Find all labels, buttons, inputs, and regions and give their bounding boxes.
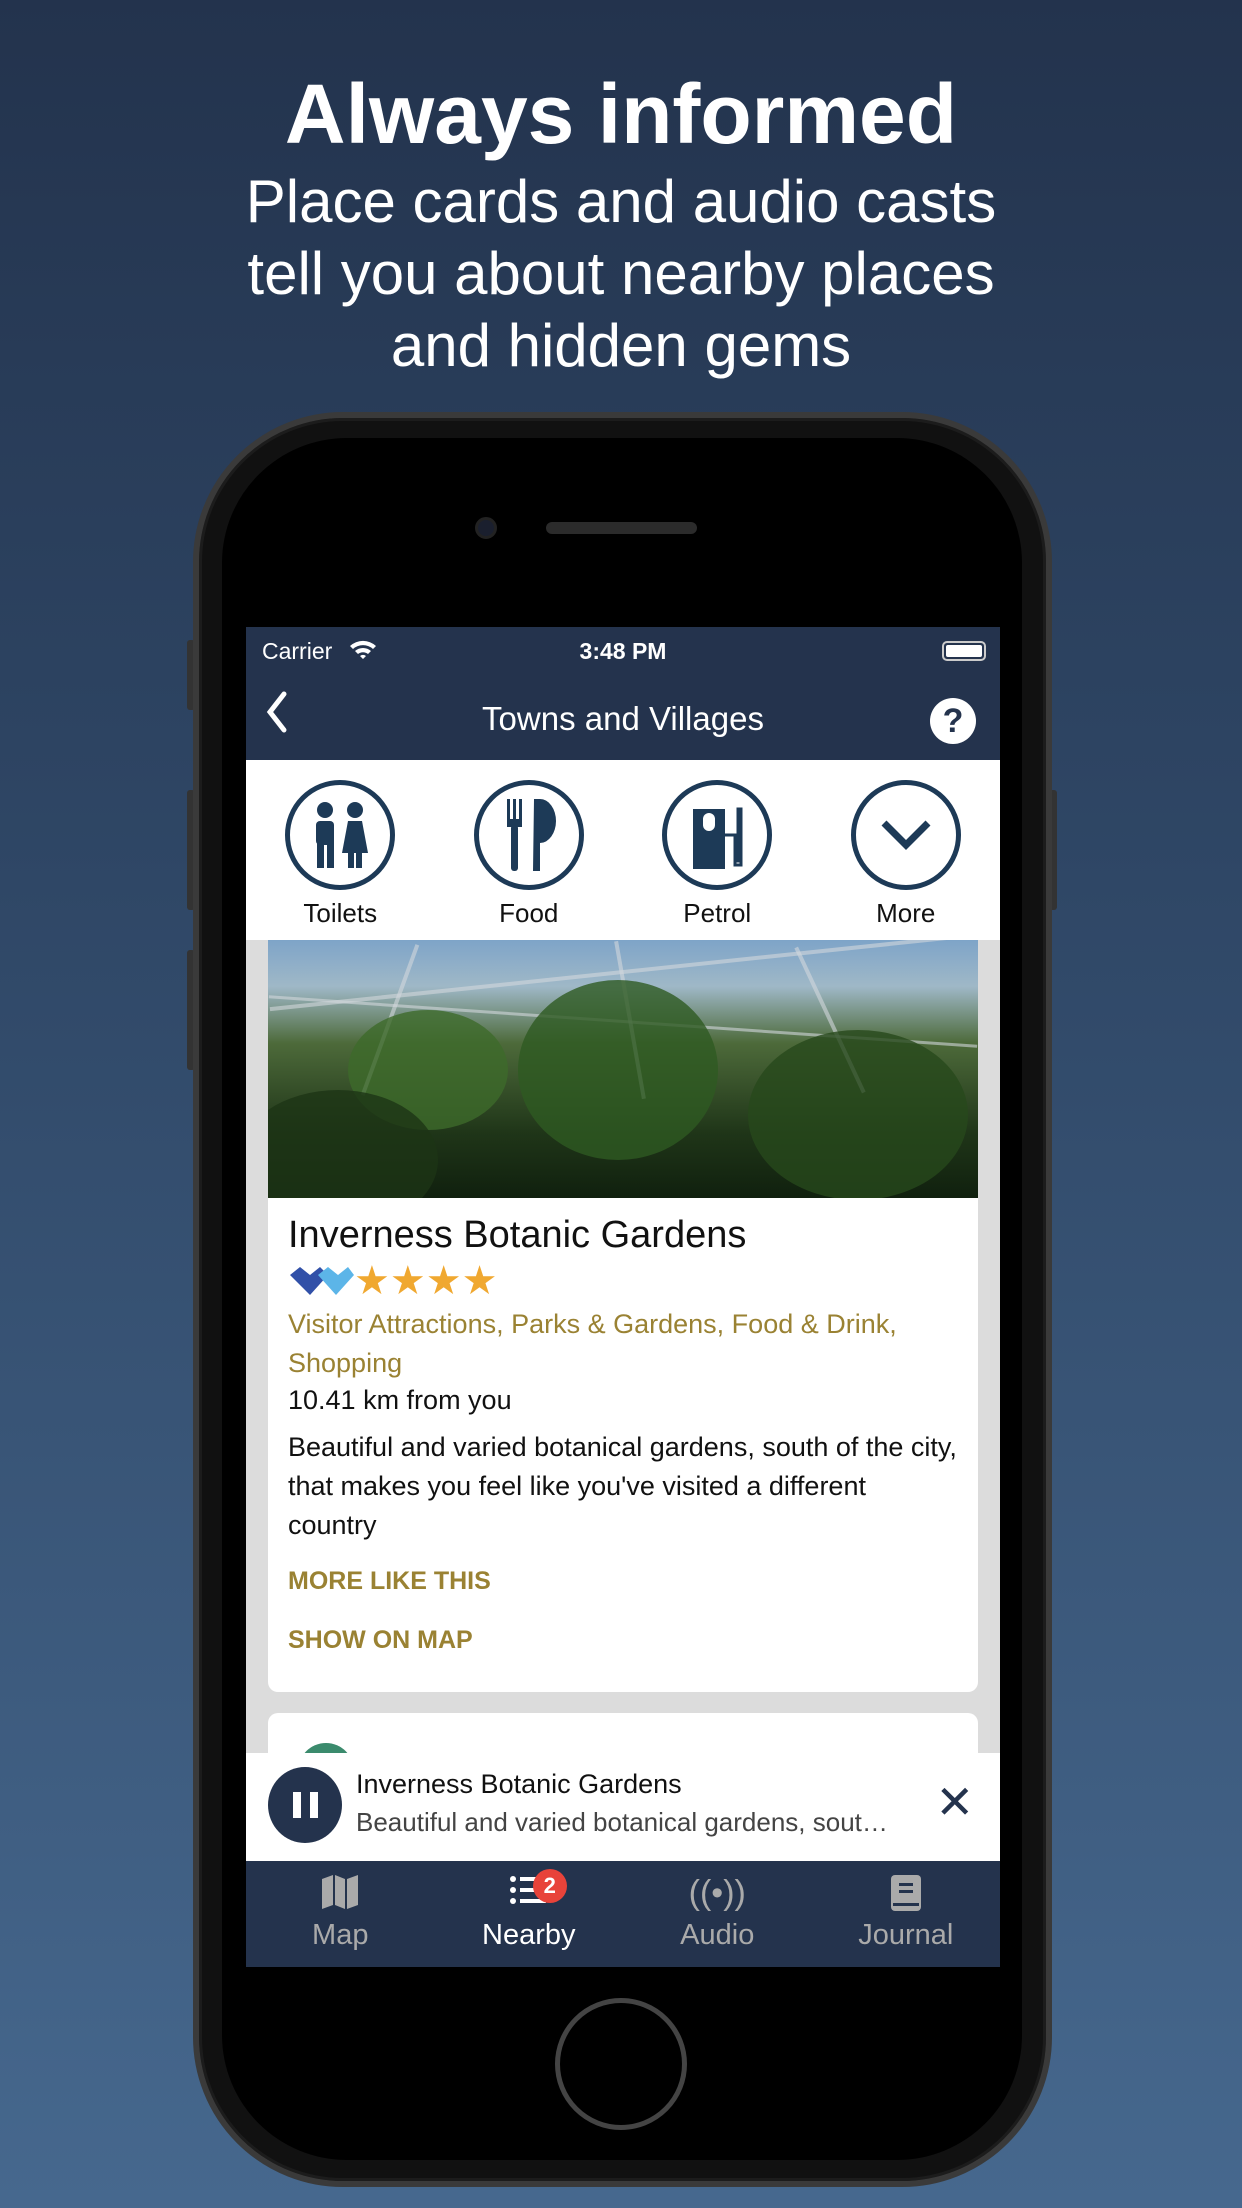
camera	[475, 517, 497, 539]
list-icon	[435, 1873, 624, 1913]
broadcast-icon: ((•))	[688, 1874, 746, 1912]
subtitle-line: tell you about nearby places	[247, 240, 995, 307]
tab-label: Journal	[858, 1919, 954, 1951]
place-card[interactable]: Inverness Botanic Gardens ★ ★ ★ ★ Visitor A…	[268, 940, 978, 1692]
notification-badge: 2	[532, 1869, 567, 1903]
category-label: More	[876, 898, 936, 928]
subtitle-line: and hidden gems	[390, 312, 852, 379]
category-label: Petrol	[683, 898, 752, 928]
category-label: Toilets	[303, 898, 378, 928]
tab-map[interactable]: Map	[246, 1861, 435, 1967]
category-more[interactable]: More	[812, 760, 1001, 940]
place-description: Beautiful and varied botanical gardens, …	[288, 1432, 957, 1540]
tab-bar: Map 2 Nearby ((•)) Audio Journal	[246, 1861, 1000, 1967]
player-title: Inverness Botanic Gardens	[356, 1769, 682, 1799]
tab-label: Audio	[680, 1919, 755, 1951]
close-icon[interactable]: ✕	[935, 1777, 974, 1827]
more-like-this-button[interactable]: MORE LIKE THIS	[288, 1567, 958, 1596]
page-title: Towns and Villages	[482, 700, 764, 737]
tab-nearby[interactable]: 2 Nearby	[435, 1861, 624, 1967]
star-icon: ★	[389, 1259, 426, 1303]
chevron-down-icon	[850, 780, 961, 890]
category-food[interactable]: Food	[435, 760, 624, 940]
category-bar: Toilets Food Petrol More	[246, 760, 1000, 940]
category-label: Food	[499, 898, 559, 928]
tab-label: Nearby	[482, 1919, 576, 1951]
place-name: Inverness Botanic Gardens	[288, 1214, 747, 1256]
map-icon	[246, 1873, 435, 1913]
app-screen: Carrier 3:48 PM Towns and Villages ? Toi…	[246, 627, 1000, 1967]
category-toilets[interactable]: Toilets	[246, 760, 435, 940]
place-photo	[268, 940, 978, 1198]
player-subtitle: Beautiful and varied botanical gardens, …	[356, 1807, 896, 1837]
rating: ★ ★ ★ ★	[288, 1261, 958, 1301]
book-icon	[812, 1873, 1001, 1913]
toilets-icon	[285, 780, 396, 890]
tab-audio[interactable]: ((•)) Audio	[623, 1861, 812, 1967]
category-petrol[interactable]: Petrol	[623, 760, 812, 940]
tab-journal[interactable]: Journal	[812, 1861, 1001, 1967]
subtitle-line: Place cards and audio casts	[245, 168, 997, 235]
tab-label: Map	[312, 1919, 369, 1951]
star-icon: ★	[461, 1259, 498, 1303]
show-on-map-button[interactable]: SHOW ON MAP	[288, 1626, 958, 1655]
visitscotland-logo-icon	[290, 1267, 354, 1295]
speaker	[546, 522, 697, 534]
star-icon: ★	[354, 1259, 390, 1303]
clock: 3:48 PM	[579, 638, 667, 664]
place-categories: Visitor Attractions, Parks & Gardens, Fo…	[288, 1309, 897, 1378]
help-button[interactable]: ?	[930, 698, 976, 744]
star-icon: ★	[425, 1259, 462, 1303]
audio-player: Inverness Botanic Gardens Beautiful and …	[246, 1753, 1000, 1861]
home-button[interactable]	[555, 1998, 687, 2130]
petrol-icon	[662, 780, 773, 890]
battery-icon	[942, 641, 986, 661]
food-icon	[473, 780, 584, 890]
promo-headline: Always informed	[284, 67, 958, 161]
place-distance: 10.41 km from you	[288, 1385, 512, 1415]
status-bar: Carrier 3:48 PM	[246, 627, 1000, 676]
nav-bar: Towns and Villages ?	[246, 676, 1000, 760]
promo-subtitle: Place cards and audio casts tell you abo…	[0, 166, 1242, 382]
pause-button[interactable]	[268, 1767, 342, 1843]
